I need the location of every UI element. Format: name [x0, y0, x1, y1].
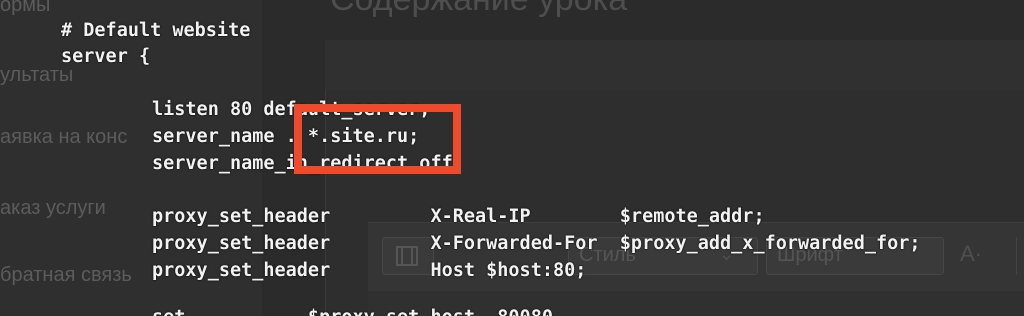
code-line-cut-off: set $proxy_set_host 80080: [152, 307, 553, 316]
code-line-proxy-host: proxy_set_header Host $host:80;: [152, 260, 587, 281]
nginx-config-code: # Default website server { listen 80 def…: [0, 0, 1024, 316]
screenshot-stage: ормы ультаты аявка на конс аказ услуги б…: [0, 0, 1024, 316]
code-line-comment: # Default website: [61, 20, 251, 41]
code-line-proxy-forwarded-for: proxy_set_header X-Forwarded-For $proxy_…: [152, 233, 921, 254]
code-line-proxy-real-ip: proxy_set_header X-Real-IP $remote_addr;: [152, 206, 765, 227]
code-line-server-open: server {: [61, 46, 151, 67]
highlight-annotation-box: [294, 104, 461, 174]
